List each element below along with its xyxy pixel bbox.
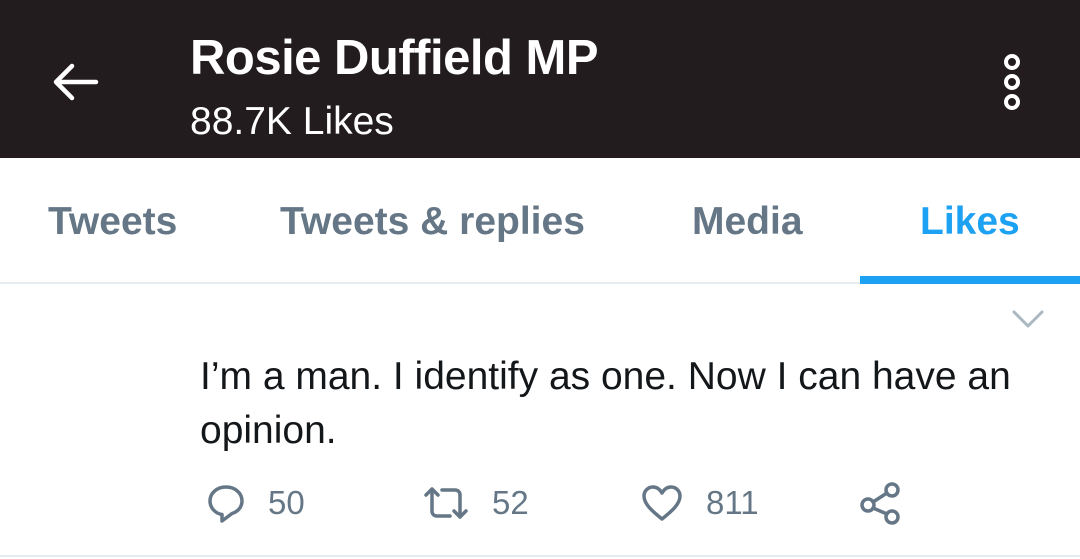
- retweet-button[interactable]: 52: [422, 480, 529, 526]
- more-vertical-icon: [1004, 54, 1020, 110]
- tweet[interactable]: I’m a man. I identify as one. Now I can …: [0, 284, 1080, 559]
- active-tab-indicator: [860, 276, 1080, 284]
- share-icon: [860, 482, 900, 525]
- tweet-divider: [0, 555, 1080, 557]
- reply-icon: [208, 485, 244, 523]
- retweet-count: 52: [492, 484, 529, 521]
- back-button[interactable]: [48, 58, 102, 106]
- reply-button[interactable]: 50: [206, 480, 305, 526]
- retweet-icon: [424, 487, 468, 519]
- profile-tabs: Tweets Tweets & replies Media Likes: [0, 158, 1080, 284]
- tab-media[interactable]: Media: [692, 200, 803, 244]
- heart-icon: [642, 485, 682, 521]
- profile-name: Rosie Duffield MP: [190, 31, 599, 85]
- reply-count: 50: [268, 484, 305, 521]
- like-count: 811: [706, 484, 759, 521]
- tab-tweets[interactable]: Tweets: [48, 200, 177, 244]
- profile-header: Rosie Duffield MP 88.7K Likes: [0, 0, 1080, 158]
- tab-tweets-replies[interactable]: Tweets & replies: [280, 200, 585, 244]
- tweet-menu-button[interactable]: [1008, 304, 1048, 334]
- likes-count: 88.7K Likes: [190, 100, 394, 143]
- chevron-down-icon: [1012, 310, 1044, 328]
- tweet-text: I’m a man. I identify as one. Now I can …: [200, 355, 1011, 452]
- more-options-button[interactable]: [992, 52, 1032, 112]
- share-button[interactable]: [858, 480, 902, 526]
- tab-likes[interactable]: Likes: [920, 200, 1020, 244]
- arrow-left-icon: [53, 63, 99, 101]
- like-button[interactable]: 811: [640, 480, 759, 526]
